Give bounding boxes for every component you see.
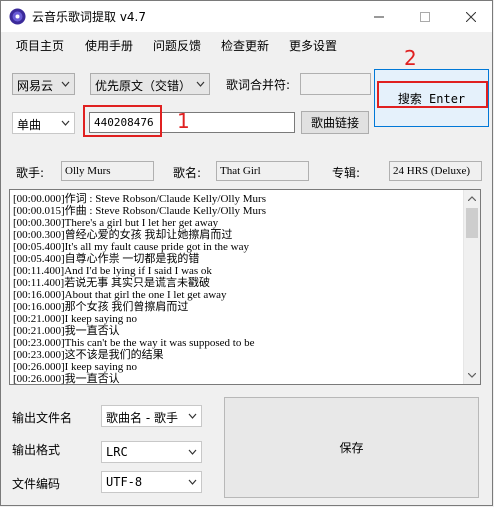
lyric-line: [00:05.400]It's all my fault cause pride…: [13, 241, 249, 253]
song-name-label: 歌名:: [173, 166, 202, 180]
output-filename-label: 输出文件名: [12, 411, 73, 425]
menu-more-settings[interactable]: 更多设置: [289, 37, 337, 54]
title-bar: 云音乐歌词提取 v4.7: [1, 1, 492, 32]
scroll-up-button[interactable]: [464, 190, 480, 207]
chevron-down-icon: [61, 81, 70, 87]
type-select[interactable]: 单曲: [12, 112, 75, 134]
minimize-button[interactable]: [356, 1, 402, 32]
annotation-number-2: 2: [404, 46, 417, 70]
chevron-down-icon: [188, 479, 197, 485]
lyrics-textarea[interactable]: [00:00.000]作词 : Steve Robson/Claude Kell…: [9, 189, 481, 385]
file-encoding-select[interactable]: UTF-8: [101, 471, 202, 493]
menu-check-update[interactable]: 检查更新: [221, 37, 269, 54]
close-button[interactable]: [448, 1, 494, 32]
chevron-down-icon: [196, 81, 205, 87]
source-select[interactable]: 网易云: [12, 73, 75, 95]
output-format-select[interactable]: LRC: [101, 441, 202, 463]
menu-bar: 项目主页 使用手册 问题反馈 检查更新 更多设置: [1, 32, 492, 56]
album-field: 24 HRS (Deluxe): [389, 161, 482, 181]
song-name-field: That Girl: [216, 161, 309, 181]
annotation-box-1: [83, 105, 162, 137]
maximize-button[interactable]: [402, 1, 448, 32]
menu-user-manual[interactable]: 使用手册: [85, 37, 133, 54]
scroll-down-button[interactable]: [464, 367, 480, 384]
app-window: 云音乐歌词提取 v4.7 项目主页 使用手册 问题反馈 检查更新 更多设置 网易…: [0, 0, 493, 506]
chevron-down-icon: [61, 120, 70, 126]
lyric-line: [00:16.000]那个女孩 我们曾擦肩而过: [13, 301, 189, 313]
close-icon: [466, 11, 476, 22]
lyric-line: [00:21.000]I keep saying no: [13, 313, 138, 325]
song-link-button[interactable]: 歌曲链接: [301, 111, 369, 134]
lyric-line: [00:00.000]作词 : Steve Robson/Claude Kell…: [13, 193, 266, 205]
lyrics-scrollbar[interactable]: [463, 190, 480, 384]
scroll-thumb[interactable]: [466, 208, 478, 238]
lyric-line: [00:21.000]我一直否认: [13, 325, 120, 337]
merge-symbol-input[interactable]: [300, 73, 371, 95]
album-label: 专辑:: [332, 166, 361, 180]
lyric-line: [00:23.000]This can't be the way it was …: [13, 337, 255, 349]
lyric-line: [00:11.400]若说无事 其实只是谎言未戳破: [13, 277, 210, 289]
annotation-box-2: [377, 81, 488, 108]
chevron-down-icon: [188, 413, 197, 419]
window-title: 云音乐歌词提取 v4.7: [32, 10, 147, 24]
lyric-line: [00:16.000]About that girl the one I let…: [13, 289, 227, 301]
music-app-icon: [9, 8, 26, 25]
menu-project-home[interactable]: 项目主页: [16, 37, 64, 54]
lyric-mode-select[interactable]: 优先原文（交错）: [90, 73, 210, 95]
minimize-icon: [374, 16, 384, 17]
chevron-down-icon: [188, 449, 197, 455]
annotation-number-1: 1: [177, 109, 190, 133]
lyric-line: [00:23.000]这不该是我们的结果: [13, 349, 164, 361]
chevron-up-icon: [468, 196, 476, 201]
save-button[interactable]: 保存: [224, 397, 479, 498]
merge-symbol-label: 歌词合并符:: [226, 78, 291, 92]
file-encoding-label: 文件编码: [12, 477, 61, 491]
maximize-icon: [420, 11, 430, 22]
lyric-line: [00:26.000]我一直否认: [13, 373, 120, 385]
lyric-line: [00:05.400]自尊心作祟 一切都是我的错: [13, 253, 200, 265]
singer-field: Olly Murs: [61, 161, 154, 181]
output-filename-select[interactable]: 歌曲名 - 歌手: [101, 405, 202, 427]
menu-feedback[interactable]: 问题反馈: [153, 37, 201, 54]
singer-label: 歌手:: [16, 166, 45, 180]
lyric-line: [00:26.000]I keep saying no: [13, 361, 138, 373]
lyric-line: [00:00.300]曾经心爱的女孩 我却让她擦肩而过: [13, 229, 233, 241]
lyric-line: [00:00.300]There's a girl but I let her …: [13, 217, 219, 229]
chevron-down-icon: [468, 373, 476, 378]
output-format-label: 输出格式: [12, 443, 61, 457]
lyric-line: [00:11.400]And I'd be lying if I said I …: [13, 265, 212, 277]
lyric-line: [00:00.015]作曲 : Steve Robson/Claude Kell…: [13, 205, 266, 217]
